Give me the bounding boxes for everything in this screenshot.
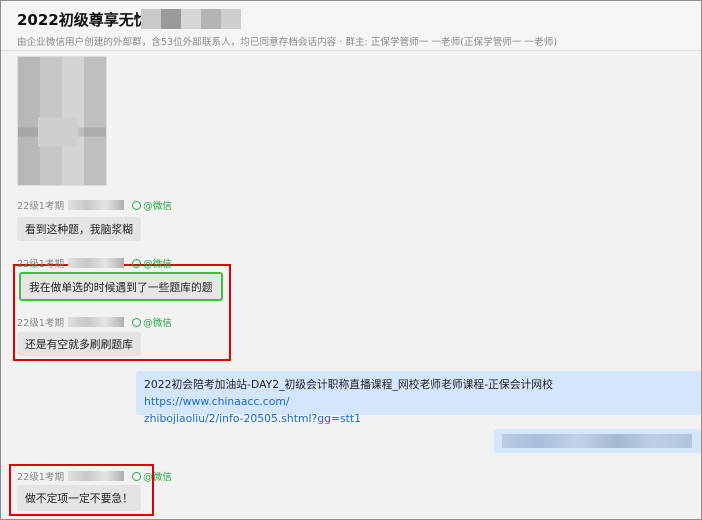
redacted-sender-name	[68, 471, 125, 481]
chat-window: 2022初级尊享无忧 由企业微信用户创建的外部群，含53位外部联系人，均已同意存…	[0, 0, 702, 520]
chat-header: 2022初级尊享无忧 由企业微信用户创建的外部群，含53位外部联系人，均已同意存…	[1, 1, 701, 51]
link-url-part1[interactable]: https://www.chinaacc.com/	[144, 395, 290, 408]
message-sender-row: 22级1考期 @微信	[17, 315, 172, 329]
message-sender-row: 22级1考期 @微信	[17, 469, 172, 483]
wechat-tag: @微信	[132, 315, 172, 329]
link-url-part2[interactable]: zhibojiaoliu/2/info-20505.shtml?gg=stt1	[144, 412, 361, 425]
chat-bubble[interactable]: 还是有空就多刷刷题库	[17, 332, 141, 356]
sender-name: 22级1考期	[17, 472, 65, 483]
message-text: 做不定项一定不要急！	[25, 492, 133, 505]
wechat-tag: @微信	[132, 469, 172, 483]
wechat-tag-label: @微信	[143, 318, 172, 329]
chat-bubble-highlighted[interactable]: 我在做单选的时候遇到了一些题库的题	[19, 272, 223, 301]
wechat-tag-label: @微信	[143, 259, 172, 270]
group-subtitle: 由企业微信用户创建的外部群，含53位外部联系人，均已同意存档会话内容 · 群主:…	[17, 37, 558, 48]
sender-name: 22级1考期	[17, 318, 65, 329]
chat-bubble[interactable]: 做不定项一定不要急！	[17, 485, 141, 511]
wechat-icon	[132, 317, 142, 327]
chat-bubble[interactable]: 看到这种题，我脑浆糊	[17, 217, 141, 241]
redacted-outgoing-bubble[interactable]	[494, 429, 701, 453]
message-sender-row: 22级1考期 @微信	[17, 198, 172, 212]
message-text: 还是有空就多刷刷题库	[25, 338, 133, 351]
wechat-icon	[132, 471, 142, 481]
wechat-icon	[132, 258, 142, 268]
message-text: 我在做单选的时候遇到了一些题库的题	[29, 280, 213, 294]
redacted-sender-name	[68, 317, 125, 327]
redacted-sender-name	[68, 200, 125, 210]
image-message-thumbnail[interactable]	[17, 56, 107, 186]
message-sender-row: 22级1考期 @微信	[17, 256, 172, 270]
wechat-tag: @微信	[132, 198, 172, 212]
redacted-sender-name	[68, 258, 125, 268]
sender-name: 22级1考期	[17, 201, 65, 212]
sender-name: 22级1考期	[17, 259, 65, 270]
link-title: 2022初会陪考加油站-DAY2_初级会计职称直播课程_网校老师老师课程-正保会…	[144, 378, 553, 391]
redacted-title-part	[141, 9, 241, 29]
wechat-icon	[132, 200, 142, 210]
wechat-tag-label: @微信	[143, 201, 172, 212]
wechat-tag: @微信	[132, 256, 172, 270]
message-text: 看到这种题，我脑浆糊	[25, 223, 133, 236]
wechat-tag-label: @微信	[143, 472, 172, 483]
group-title[interactable]: 2022初级尊享无忧	[17, 9, 149, 31]
outgoing-link-bubble[interactable]: 2022初会陪考加油站-DAY2_初级会计职称直播课程_网校老师老师课程-正保会…	[136, 371, 701, 425]
